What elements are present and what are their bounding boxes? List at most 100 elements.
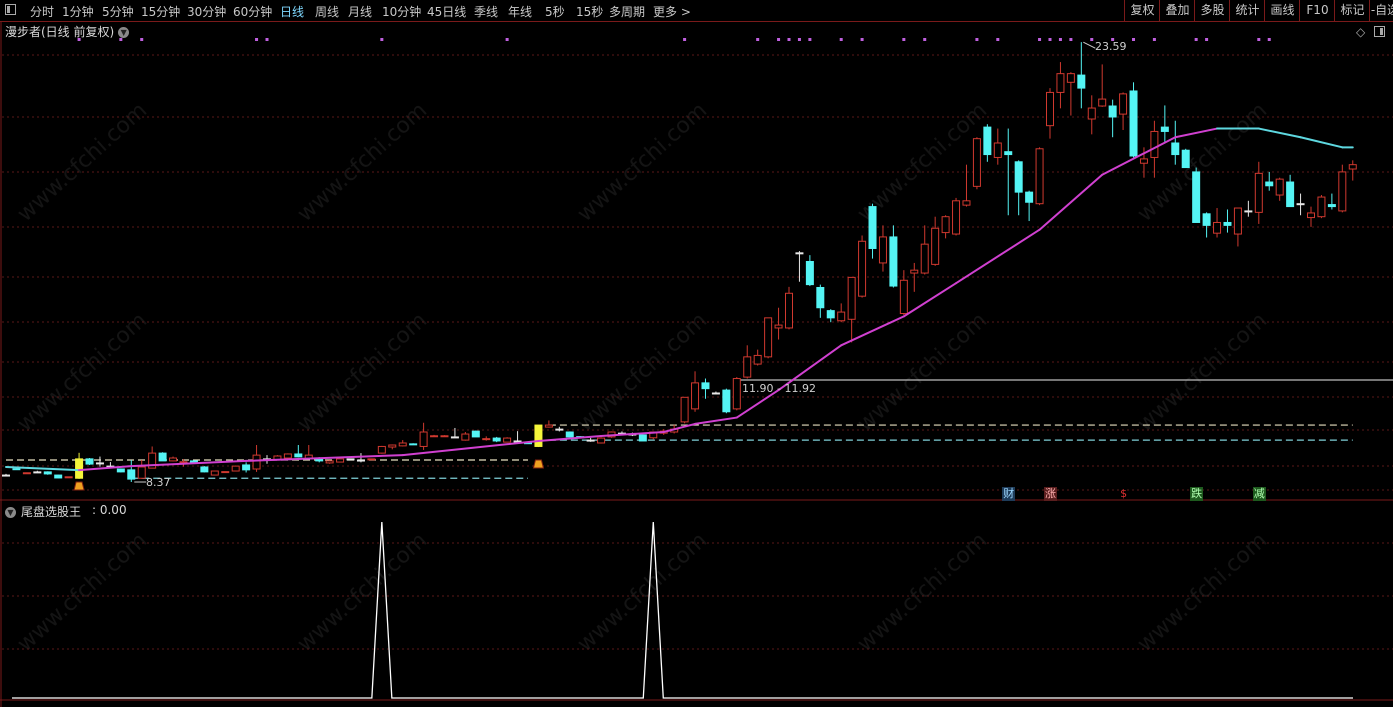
candle-body [356, 459, 365, 462]
candle-body [847, 276, 856, 320]
top-marker [839, 38, 843, 41]
top-marker [808, 38, 812, 41]
candle-body [680, 396, 689, 423]
candle-body [1327, 204, 1336, 208]
candle-body [200, 466, 209, 473]
candle-body [993, 142, 1002, 158]
moving-average-segment [955, 228, 1041, 285]
candle-body [910, 269, 919, 274]
top-marker [1152, 38, 1156, 41]
candle-body [764, 317, 773, 358]
top-marker [756, 38, 760, 41]
top-marker [1048, 38, 1052, 41]
candle-body [972, 138, 981, 187]
candle-body [64, 476, 73, 479]
candle-body [492, 437, 501, 442]
candle-body [941, 216, 950, 234]
candle-body [1035, 148, 1044, 205]
bell-marker-icon [532, 459, 545, 469]
moving-average-segment [1038, 173, 1104, 231]
candle-body [85, 458, 94, 465]
candle-body [1265, 181, 1274, 187]
candle-body [878, 236, 887, 264]
candle-body [179, 461, 188, 464]
candle-body [1202, 213, 1211, 226]
candle-body [1307, 212, 1315, 219]
candle-body [471, 430, 480, 438]
candle-body [753, 354, 762, 365]
candle-body [1213, 221, 1222, 234]
candle-body [503, 437, 512, 443]
candle-body [889, 236, 898, 287]
top-marker [1058, 38, 1062, 41]
candle-body [565, 431, 574, 438]
candle-body [430, 435, 439, 438]
top-marker [380, 38, 384, 41]
candle-body [1296, 203, 1305, 206]
candle-body [701, 382, 710, 390]
top-marker [787, 38, 791, 41]
candle-body [325, 460, 334, 464]
candle-body [920, 243, 929, 274]
candle-body [1046, 91, 1054, 127]
candle-body [1233, 207, 1242, 235]
candle-body [336, 458, 345, 463]
top-marker [1132, 38, 1136, 41]
candle-body [189, 460, 198, 463]
candle-body [816, 287, 825, 309]
candle-body [1004, 151, 1013, 156]
top-marker [505, 38, 509, 41]
top-marker [860, 38, 864, 41]
candle-body [1160, 126, 1169, 132]
candle-body [1108, 105, 1117, 118]
candle-body [544, 424, 553, 428]
top-marker [1069, 38, 1073, 41]
candle-body [774, 324, 783, 329]
candle-body [450, 436, 459, 439]
candle-body [1098, 98, 1107, 107]
top-marker [265, 38, 269, 41]
candle-body [1014, 161, 1023, 193]
candle-body [2, 474, 10, 477]
candle-body [732, 378, 741, 410]
candle-body [1129, 90, 1138, 157]
candle-body [440, 435, 449, 438]
candle-body [409, 443, 418, 446]
candle-body [294, 453, 303, 458]
candle-body [1317, 196, 1326, 218]
candle-body [983, 126, 992, 156]
indicator-title: ▼ 尾盘选股王 [5, 503, 81, 520]
signal-badge: 减 [1252, 487, 1266, 501]
candle-body [127, 469, 136, 480]
candle-body [1150, 130, 1159, 158]
moving-average-segment [1174, 127, 1219, 139]
indicator-value: : 0.00 [92, 503, 127, 517]
candle-body [837, 311, 846, 322]
candle-body [95, 462, 104, 465]
top-marker [777, 38, 781, 41]
candle-body [1056, 73, 1065, 93]
candle-body [116, 468, 125, 473]
candle-body [1181, 149, 1190, 169]
indicator-line [12, 521, 1353, 699]
candle-body [461, 433, 470, 441]
top-marker [1194, 38, 1198, 41]
candle-body [1171, 142, 1180, 156]
candle-body [158, 452, 167, 462]
candle-body [346, 458, 355, 461]
candlestick-chart[interactable] [0, 0, 1393, 707]
indicator-name: 尾盘选股王 [21, 505, 82, 519]
top-marker [683, 38, 687, 41]
moving-average-segment [1299, 136, 1344, 149]
high-price-label: 23.59 [1095, 40, 1127, 53]
candle-body [1254, 172, 1263, 213]
high-arrow [1083, 41, 1096, 49]
candle-body [169, 457, 178, 462]
candle-body [638, 434, 647, 442]
chevron-down-icon[interactable]: ▼ [5, 507, 16, 518]
candle-body [534, 424, 543, 447]
candle-body [805, 260, 814, 286]
candle-body [1286, 181, 1295, 208]
moving-average-segment [902, 282, 958, 318]
moving-average-segment [1101, 136, 1177, 176]
